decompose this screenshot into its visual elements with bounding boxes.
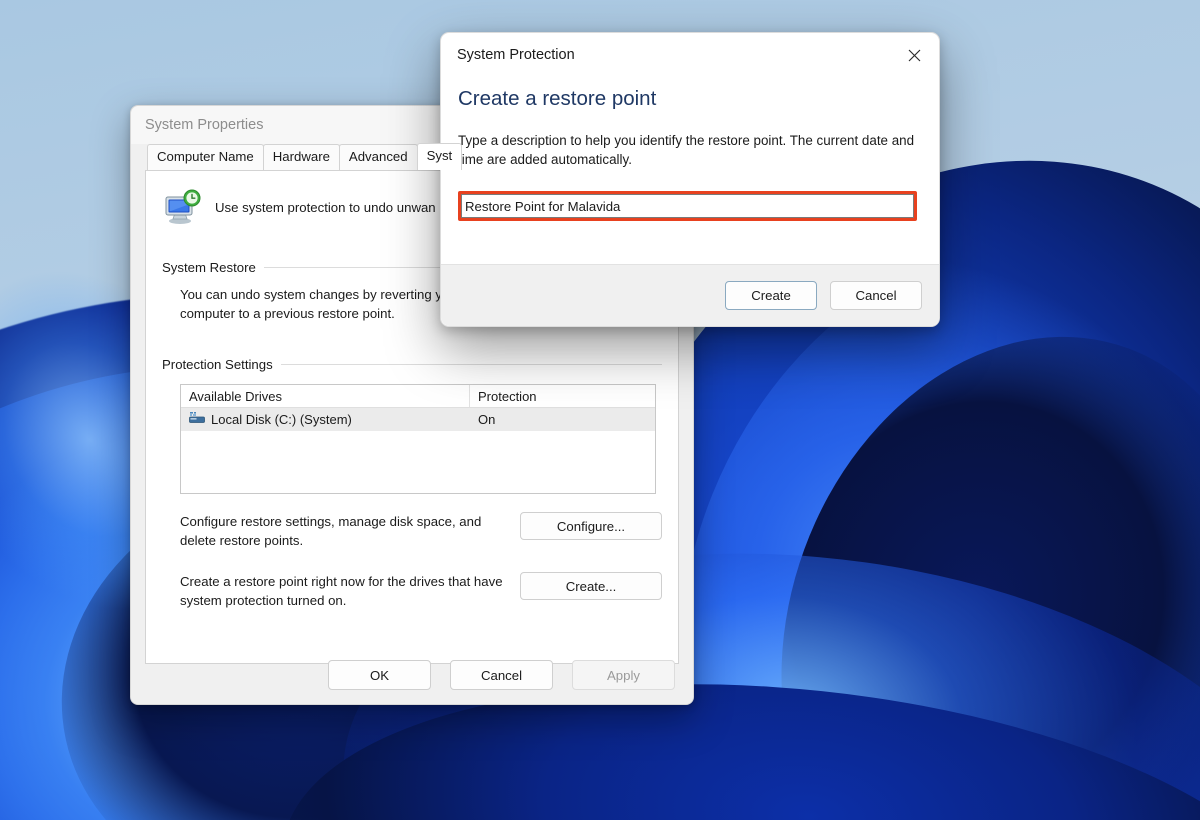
tab-label: Hardware: [272, 149, 330, 164]
dialog-title: System Protection: [457, 47, 575, 63]
drive-cell: Local Disk (C:) (System): [181, 411, 470, 428]
window-title: System Properties: [145, 117, 264, 133]
tab-label: Syst: [426, 148, 453, 163]
dialog-content: Create a restore point Type a descriptio…: [441, 77, 939, 264]
protection-settings-group-header: Protection Settings: [162, 357, 662, 372]
restore-point-description-input[interactable]: [461, 194, 914, 218]
listview-header: Available Drives Protection: [181, 385, 655, 408]
table-row[interactable]: Local Disk (C:) (System) On: [181, 408, 655, 431]
create-description: Create a restore point right now for the…: [180, 574, 503, 608]
dialog-titlebar: System Protection: [441, 33, 939, 77]
tab-computer-name[interactable]: Computer Name: [147, 144, 264, 170]
dialog-footer-buttons: OK Cancel Apply: [131, 652, 693, 704]
description-input-highlight: [458, 191, 917, 221]
group-title: Protection Settings: [162, 357, 273, 372]
configure-description: Configure restore settings, manage disk …: [180, 514, 482, 548]
system-restore-description: You can undo system changes by reverting…: [180, 287, 462, 321]
cancel-button[interactable]: Cancel: [450, 660, 553, 690]
dialog-description: Type a description to help you identify …: [458, 133, 915, 167]
ok-button[interactable]: OK: [328, 660, 431, 690]
apply-button: Apply: [572, 660, 675, 690]
tab-label: Computer Name: [157, 149, 254, 164]
configure-button[interactable]: Configure...: [520, 512, 662, 540]
tab-hardware[interactable]: Hardware: [262, 144, 340, 170]
configure-row: Configure restore settings, manage disk …: [180, 512, 662, 550]
column-header-protection[interactable]: Protection: [470, 385, 545, 407]
drive-label: Local Disk (C:) (System): [211, 412, 352, 427]
create-row: Create a restore point right now for the…: [180, 572, 662, 610]
desktop-wallpaper: System Properties Computer Name Hardware…: [0, 0, 1200, 820]
close-icon[interactable]: [892, 39, 937, 71]
dialog-heading: Create a restore point: [458, 87, 657, 110]
hard-drive-icon: [189, 411, 205, 428]
create-button[interactable]: Create: [725, 281, 817, 310]
protection-settings-group: Protection Settings Available Drives Pro…: [162, 357, 662, 610]
dialog-cancel-button[interactable]: Cancel: [830, 281, 922, 310]
protection-status: On: [478, 412, 496, 427]
tab-label: Advanced: [348, 149, 408, 164]
system-protection-dialog: System Protection Create a restore point…: [440, 32, 940, 327]
dialog-footer: Create Cancel: [441, 264, 939, 326]
tab-system-protection[interactable]: Syst: [416, 143, 463, 170]
intro-text: Use system protection to undo unwan: [215, 200, 436, 215]
available-drives-listview[interactable]: Available Drives Protection Local Disk (…: [180, 384, 656, 494]
column-header-available-drives[interactable]: Available Drives: [181, 385, 470, 407]
system-protection-icon: [164, 189, 202, 230]
create-restore-point-button[interactable]: Create...: [520, 572, 662, 600]
group-divider: [280, 364, 662, 365]
tab-advanced[interactable]: Advanced: [338, 144, 418, 170]
group-title: System Restore: [162, 260, 256, 275]
